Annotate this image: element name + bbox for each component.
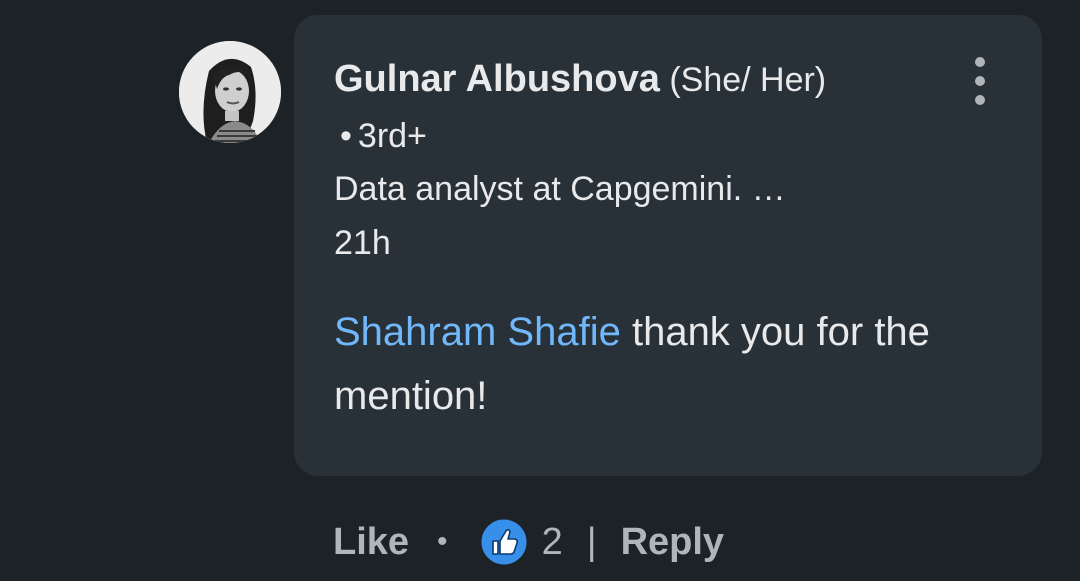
comment-timestamp: 21h bbox=[334, 224, 391, 262]
more-options-button[interactable] bbox=[964, 57, 996, 105]
divider: | bbox=[586, 520, 597, 563]
separator-dot: • bbox=[340, 117, 352, 155]
mention-link[interactable]: Shahram Shafie bbox=[334, 310, 621, 354]
profile-photo-icon bbox=[179, 41, 281, 143]
avatar[interactable] bbox=[179, 41, 281, 143]
separator-dot: • bbox=[437, 525, 448, 558]
author-pronouns: (She/ Her) bbox=[669, 61, 827, 99]
reply-button[interactable]: Reply bbox=[621, 521, 724, 564]
comment-thread: Gulnar Albushova (She/ Her) • 3rd+ Data a… bbox=[0, 0, 1080, 581]
connection-degree: 3rd+ bbox=[357, 117, 427, 155]
author-block[interactable]: Gulnar Albushova (She/ Her) • 3rd+ bbox=[334, 51, 874, 164]
more-options-icon bbox=[975, 57, 985, 67]
comment-text: Shahram Shafie thank you for the mention… bbox=[334, 300, 994, 428]
reaction-count[interactable]: 2 bbox=[542, 521, 563, 564]
comment-actions: Like • 2 | Reply bbox=[333, 512, 724, 572]
comment-bubble: Gulnar Albushova (She/ Her) • 3rd+ Data a… bbox=[294, 15, 1042, 476]
author-name[interactable]: Gulnar Albushova bbox=[334, 58, 660, 100]
author-headline: Data analyst at Capgemini. … bbox=[334, 170, 786, 208]
like-button[interactable]: Like bbox=[333, 521, 409, 564]
more-options-icon-dot bbox=[975, 76, 985, 86]
more-options-icon-dot bbox=[975, 95, 985, 105]
like-thumbs-up-icon[interactable] bbox=[478, 516, 530, 568]
